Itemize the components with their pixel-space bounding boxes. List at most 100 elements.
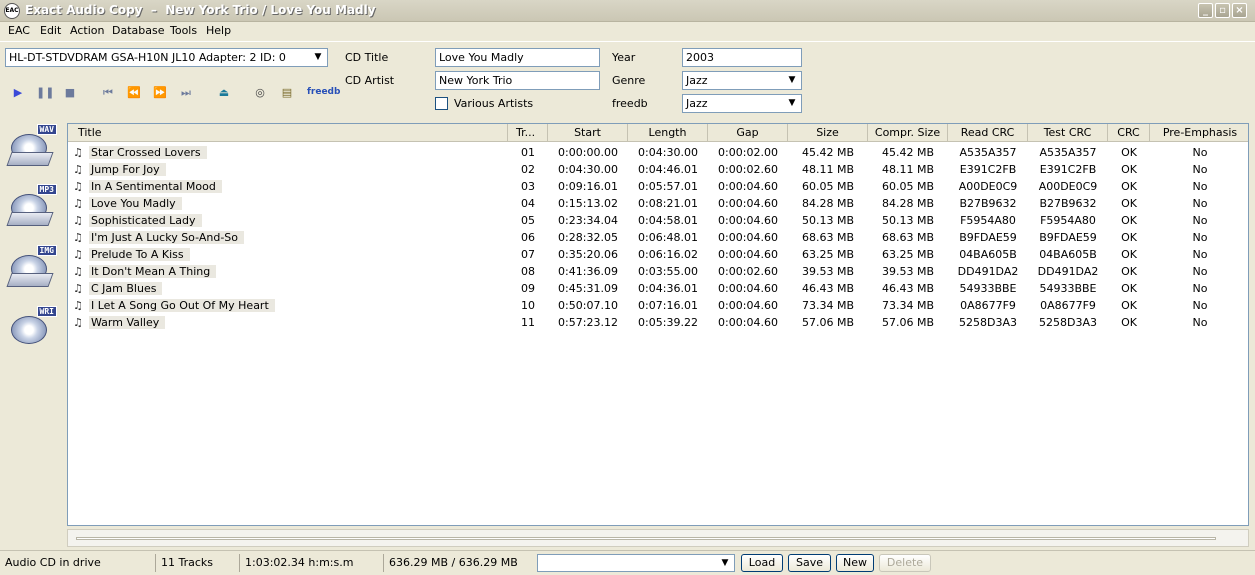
stop-icon[interactable]: ■: [62, 85, 78, 101]
column-gap[interactable]: Gap: [708, 124, 788, 142]
cd-icon[interactable]: ◎: [252, 85, 268, 101]
track-compressed-size: 45.42 MB: [881, 146, 935, 159]
column-pre-emphasis[interactable]: Pre-Emphasis: [1150, 124, 1248, 142]
track-gap: 0:00:02.60: [718, 163, 778, 176]
freedb-toolbar-button[interactable]: freedb: [307, 87, 340, 97]
track-title: Warm Valley: [89, 316, 166, 329]
next-track-icon[interactable]: ⏭: [178, 85, 194, 101]
table-row[interactable]: ♫ In A Sentimental Mood 03 0:09:16.01 0:05:5…: [68, 178, 1248, 195]
save-button[interactable]: Save: [788, 554, 831, 572]
column-start[interactable]: Start: [548, 124, 628, 142]
track-title-cell[interactable]: ♫ Prelude To A Kiss: [73, 246, 503, 263]
copy-mp3-button[interactable]: MP3: [6, 184, 59, 234]
track-title-cell[interactable]: ♫ I Let A Song Go Out Of My Heart: [73, 297, 503, 314]
table-row[interactable]: ♫ I Let A Song Go Out Of My Heart 10 0:50:0…: [68, 297, 1248, 314]
track-size: 39.53 MB: [801, 265, 855, 278]
track-pre-emphasis: No: [1192, 299, 1208, 312]
track-start: 0:04:30.00: [558, 163, 618, 176]
track-compressed-size: 46.43 MB: [881, 282, 935, 295]
track-title-cell[interactable]: ♫ Sophisticated Lady: [73, 212, 503, 229]
track-title-cell[interactable]: ♫ It Don't Mean A Thing: [73, 263, 503, 280]
horizontal-scrollbar[interactable]: [67, 529, 1249, 547]
minimize-button[interactable]: _: [1198, 3, 1213, 18]
menu-tools[interactable]: Tools: [170, 24, 197, 37]
track-title: C Jam Blues: [89, 282, 163, 295]
track-list[interactable]: Title Tr... Start Length Gap Size Compr.…: [67, 123, 1249, 526]
genre-select[interactable]: Jazz ▼: [682, 71, 802, 90]
copy-wav-button[interactable]: WAV: [6, 124, 59, 174]
track-title-cell[interactable]: ♫ Jump For Joy: [73, 161, 503, 178]
menu-action[interactable]: Action: [70, 24, 104, 37]
menu-edit[interactable]: Edit: [40, 24, 61, 37]
track-start: 0:09:16.01: [558, 180, 618, 193]
track-read-crc: 0A8677F9: [960, 299, 1016, 312]
freedb-genre-select[interactable]: Jazz ▼: [682, 94, 802, 113]
table-row[interactable]: ♫ I'm Just A Lucky So-And-So 06 0:28:32.05 0…: [68, 229, 1248, 246]
track-gap: 0:00:02.60: [718, 265, 778, 278]
column-size[interactable]: Size: [788, 124, 868, 142]
track-crc-status: OK: [1121, 248, 1137, 261]
previous-track-icon[interactable]: ⏮: [100, 85, 116, 101]
track-title-cell[interactable]: ♫ Warm Valley: [73, 314, 503, 331]
column-read-crc[interactable]: Read CRC: [948, 124, 1028, 142]
track-title: In A Sentimental Mood: [89, 180, 222, 193]
table-row[interactable]: ♫ Love You Madly 04 0:15:13.02 0:08:21.01 0:0…: [68, 195, 1248, 212]
menu-help[interactable]: Help: [206, 24, 231, 37]
table-row[interactable]: ♫ Star Crossed Lovers 01 0:00:00.00 0:04:30.…: [68, 144, 1248, 161]
track-length: 0:04:46.01: [638, 163, 698, 176]
track-read-crc: B27B9632: [959, 197, 1017, 210]
write-cd-icon: [11, 316, 47, 344]
cd-drive-icon[interactable]: ▤: [279, 85, 295, 101]
cd-artist-field[interactable]: New York Trio: [435, 71, 600, 90]
eac-app-icon: EAC: [4, 3, 20, 19]
table-row[interactable]: ♫ Jump For Joy 02 0:04:30.00 0:04:46.01 0:00:…: [68, 161, 1248, 178]
menu-database[interactable]: Database: [112, 24, 165, 37]
table-row[interactable]: ♫ Sophisticated Lady 05 0:23:34.04 0:04:58.0…: [68, 212, 1248, 229]
copy-image-button[interactable]: IMG: [6, 245, 59, 295]
status-divider: [239, 554, 240, 572]
new-button[interactable]: New: [836, 554, 874, 572]
column-length[interactable]: Length: [628, 124, 708, 142]
track-title-cell[interactable]: ♫ Star Crossed Lovers: [73, 144, 503, 161]
track-test-crc: 0A8677F9: [1040, 299, 1096, 312]
menu-eac[interactable]: EAC: [8, 24, 30, 37]
drive-select[interactable]: HL-DT-STDVDRAM GSA-H10N JL10 Adapter: 2 …: [5, 48, 328, 67]
year-field[interactable]: 2003: [682, 48, 802, 67]
freedb-genre-label: freedb: [612, 97, 648, 110]
track-compressed-size: 57.06 MB: [881, 316, 935, 329]
track-title-cell[interactable]: ♫ I'm Just A Lucky So-And-So: [73, 229, 503, 246]
column-crc[interactable]: CRC: [1108, 124, 1150, 142]
load-button[interactable]: Load: [741, 554, 783, 572]
delete-button[interactable]: Delete: [879, 554, 931, 572]
play-icon[interactable]: ▶: [10, 85, 26, 101]
table-row[interactable]: ♫ It Don't Mean A Thing 08 0:41:36.09 0:03:5…: [68, 263, 1248, 280]
music-note-icon: ♫: [73, 197, 83, 210]
track-title-cell[interactable]: ♫ Love You Madly: [73, 195, 503, 212]
column-test-crc[interactable]: Test CRC: [1028, 124, 1108, 142]
track-pre-emphasis: No: [1192, 180, 1208, 193]
track-size: 57.06 MB: [801, 316, 855, 329]
column-track[interactable]: Tr...: [508, 124, 548, 142]
table-row[interactable]: ♫ C Jam Blues 09 0:45:31.09 0:04:36.01 0:00:0…: [68, 280, 1248, 297]
various-artists-checkbox[interactable]: [435, 97, 448, 110]
column-compr-size[interactable]: Compr. Size: [868, 124, 948, 142]
eject-icon[interactable]: ⏏: [216, 85, 232, 101]
track-length: 0:06:16.02: [638, 248, 698, 261]
track-title-cell[interactable]: ♫ In A Sentimental Mood: [73, 178, 503, 195]
close-button[interactable]: ×: [1232, 3, 1247, 18]
pause-icon[interactable]: ❚❚: [36, 85, 54, 101]
profile-select[interactable]: ▼: [537, 554, 735, 572]
rewind-icon[interactable]: ⏪: [126, 85, 142, 101]
column-title[interactable]: Title: [68, 124, 508, 142]
scrollbar-thumb[interactable]: [76, 537, 1216, 540]
write-cd-button[interactable]: WRI: [7, 306, 59, 356]
table-row[interactable]: ♫ Warm Valley 11 0:57:23.12 0:05:39.22 0:00:0…: [68, 314, 1248, 331]
fast-forward-icon[interactable]: ⏩: [152, 85, 168, 101]
table-row[interactable]: ♫ Prelude To A Kiss 07 0:35:20.06 0:06:16.02…: [68, 246, 1248, 263]
track-length: 0:04:36.01: [638, 282, 698, 295]
track-list-header: Title Tr... Start Length Gap Size Compr.…: [68, 124, 1248, 142]
track-title-cell[interactable]: ♫ C Jam Blues: [73, 280, 503, 297]
track-crc-status: OK: [1121, 316, 1137, 329]
cd-title-field[interactable]: Love You Madly: [435, 48, 600, 67]
maximize-button[interactable]: ▫: [1215, 3, 1230, 18]
